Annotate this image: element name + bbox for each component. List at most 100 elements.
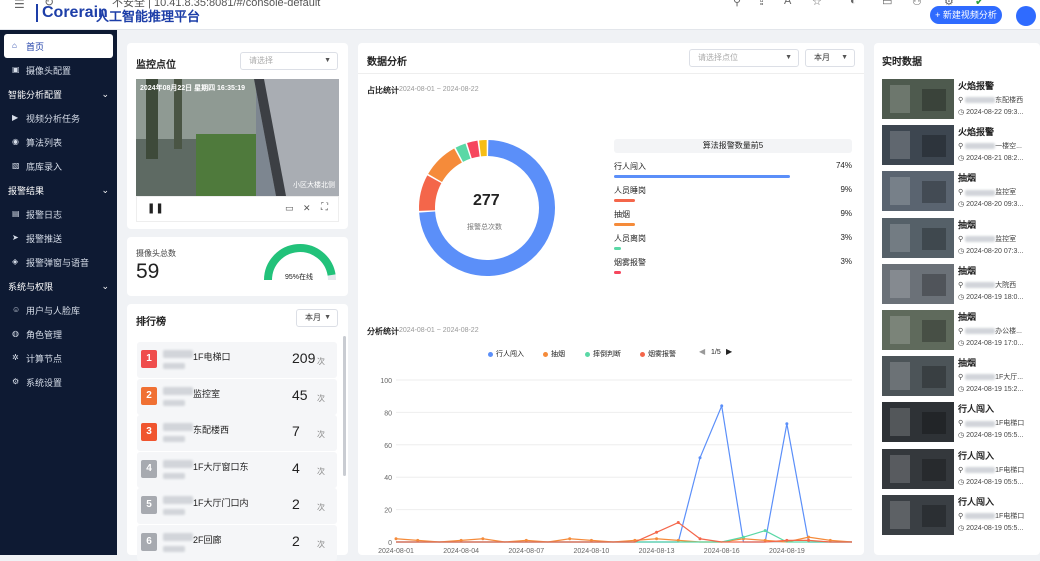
fullscreen-icon[interactable]: ⛶: [321, 202, 328, 213]
data-point: [655, 537, 658, 540]
sidebar-item-users-faces[interactable]: ☺用户与人脸库: [0, 298, 117, 322]
pager-prev-icon[interactable]: ◀: [699, 347, 705, 356]
mute-icon[interactable]: ✕: [303, 203, 311, 214]
x-tick-label: 2024-08-13: [639, 548, 675, 555]
realtime-item[interactable]: 火焰报警 ⚲ 东配楼西 ◷ 2024-08-22 09:3...: [882, 79, 1032, 121]
alarm-time-text: 2024-08-21 08:2...: [966, 155, 1023, 162]
sidebar-item-roles[interactable]: ◍角色管理: [0, 322, 117, 346]
ranking-row[interactable]: 1 1F电梯口 209 次: [137, 342, 337, 378]
user-icon: ☺: [12, 306, 20, 314]
sidebar-item-video-tasks[interactable]: ▶视频分析任务: [0, 106, 117, 130]
ranking-row[interactable]: 3 东配楼西 7 次: [137, 415, 337, 451]
ranking-row[interactable]: 6 2F回廊 2 次: [137, 525, 337, 561]
sidebar-group-analysis[interactable]: 智能分析配置⌄: [0, 82, 117, 106]
sidebar-item-algorithm-list[interactable]: ◉算法列表: [0, 130, 117, 154]
alarm-snapshot[interactable]: [882, 171, 954, 211]
snapshot-icon[interactable]: ▭: [285, 203, 294, 214]
realtime-item[interactable]: 抽烟 ⚲ 1F大厅... ◷ 2024-08-19 15:2...: [882, 356, 1032, 398]
sidebar-label: 系统设置: [26, 376, 62, 389]
star-icon[interactable]: ☆: [812, 0, 822, 8]
alarm-snapshot[interactable]: [882, 356, 954, 396]
legend-label: 抽烟: [551, 349, 565, 359]
sidebar-item-settings[interactable]: ⚙系统设置: [0, 370, 117, 394]
realtime-item[interactable]: 抽烟 ⚲ 监控室 ◷ 2024-08-20 07:3...: [882, 218, 1032, 260]
legend-swatch: [543, 352, 548, 357]
top5-percent: 9%: [840, 209, 852, 218]
share-icon[interactable]: ⇪: [757, 0, 766, 8]
translate-icon[interactable]: A: [784, 0, 791, 7]
sidebar-label: 计算节点: [26, 352, 62, 365]
menu-icon[interactable]: ☰: [14, 0, 25, 11]
clock-icon: ◷: [958, 294, 966, 301]
realtime-item[interactable]: 抽烟 ⚲ 办公楼... ◷ 2024-08-19 17:0...: [882, 310, 1032, 352]
legend-item[interactable]: 烟雾报警: [640, 349, 676, 359]
realtime-item[interactable]: 火焰报警 ⚲ 一楼空... ◷ 2024-08-21 08:2...: [882, 125, 1032, 167]
sidebar-item-camera-config[interactable]: ▣摄像头配置: [0, 58, 117, 82]
donut-slice[interactable]: [469, 149, 478, 151]
analysis-period-select[interactable]: 本月▼: [805, 49, 855, 67]
sidebar-group-alarm[interactable]: 报警结果⌄: [0, 178, 117, 202]
new-video-analysis-button[interactable]: + 新建视频分析: [930, 6, 1002, 24]
monitor-point-select[interactable]: 请选择▼: [240, 52, 338, 70]
ranking-period-select[interactable]: 本月▼: [296, 309, 338, 327]
key-icon[interactable]: ⚲: [733, 0, 741, 8]
top5-row: 抽烟 9%: [614, 209, 852, 233]
rank-value: 45: [292, 387, 308, 403]
caret-down-icon: ▼: [324, 310, 331, 326]
donut-slice[interactable]: [459, 151, 468, 155]
blurred-text: [163, 533, 193, 541]
alarm-snapshot[interactable]: [882, 449, 954, 489]
alarm-location-text: 1F电梯口: [995, 513, 1024, 520]
realtime-item[interactable]: 抽烟 ⚲ 大院西 ◷ 2024-08-19 18:0...: [882, 264, 1032, 306]
realtime-item[interactable]: 行人闯入 ⚲ 1F电梯口 ◷ 2024-08-19 05:5...: [882, 495, 1032, 537]
donut-slice[interactable]: [427, 179, 434, 210]
alarm-snapshot[interactable]: [882, 79, 954, 119]
alarm-snapshot[interactable]: [882, 125, 954, 165]
realtime-item[interactable]: 行人闯入 ⚲ 1F电梯口 ◷ 2024-08-19 05:5...: [882, 449, 1032, 491]
ranking-row[interactable]: 5 1F大厅门口内 2 次: [137, 488, 337, 524]
sidebar-item-compute-nodes[interactable]: ✲计算节点: [0, 346, 117, 370]
realtime-item[interactable]: 抽烟 ⚲ 监控室 ◷ 2024-08-20 09:3...: [882, 171, 1032, 213]
donut-slice[interactable]: [435, 155, 458, 177]
alarm-snapshot[interactable]: [882, 218, 954, 258]
role-icon: ◍: [12, 330, 20, 338]
x-tick-label: 2024-08-01: [378, 548, 414, 555]
alarm-type: 火焰报警: [958, 125, 994, 138]
location-pin-icon: ⚲: [958, 97, 965, 104]
pause-icon[interactable]: ❚❚: [147, 203, 164, 214]
realtime-item[interactable]: 行人闯入 ⚲ 1F电梯口 ◷ 2024-08-19 05:5...: [882, 402, 1032, 444]
legend-item[interactable]: 摔倒判断: [585, 349, 621, 359]
camera-video[interactable]: 2024年08月22日 星期四 16:35:19 小区大楼北侧: [136, 79, 339, 196]
profile-icon[interactable]: ⚇: [912, 0, 922, 8]
alarm-location-text: 办公楼...: [995, 328, 1022, 335]
rank-badge: 1: [141, 350, 157, 368]
sidebar-item-alarm-popup[interactable]: ◈报警弹窗与语音: [0, 250, 117, 274]
alarm-snapshot[interactable]: [882, 264, 954, 304]
ranking-row[interactable]: 2 监控室 45 次: [137, 379, 337, 415]
avatar[interactable]: [1016, 6, 1036, 26]
sidebar-group-system[interactable]: 系统与权限⌄: [0, 274, 117, 298]
tab-icon[interactable]: ▭: [882, 0, 892, 8]
alarm-snapshot[interactable]: [882, 402, 954, 442]
video-icon: ▶: [12, 114, 20, 122]
sidebar-item-alarm-log[interactable]: ▤报警日志: [0, 202, 117, 226]
clock-icon: ◷: [958, 432, 966, 439]
analysis-point-select[interactable]: 请选择点位▼: [689, 49, 799, 67]
sidebar-item-alarm-push[interactable]: ➤报警推送: [0, 226, 117, 250]
alarm-time: ◷ 2024-08-19 18:0...: [958, 293, 1023, 301]
top5-row: 行人闯入 74%: [614, 161, 852, 185]
legend-item[interactable]: 抽烟: [543, 349, 565, 359]
ranking-scrollbar[interactable]: [343, 336, 346, 476]
pager-next-icon[interactable]: ▶: [726, 347, 732, 356]
blurred-text: [163, 473, 185, 479]
alarm-snapshot[interactable]: [882, 495, 954, 535]
sidebar-item-home[interactable]: ⌂首页: [4, 34, 113, 58]
data-point: [807, 536, 810, 539]
ranking-row[interactable]: 4 1F大厅窗口东 4 次: [137, 452, 337, 488]
top5-bar: [614, 199, 635, 202]
legend-item[interactable]: 行人闯入: [488, 349, 524, 359]
blurred-text: [163, 350, 193, 358]
extension-icon[interactable]: ◐: [850, 0, 857, 7]
sidebar-item-base-entry[interactable]: ▧底库录入: [0, 154, 117, 178]
alarm-snapshot[interactable]: [882, 310, 954, 350]
